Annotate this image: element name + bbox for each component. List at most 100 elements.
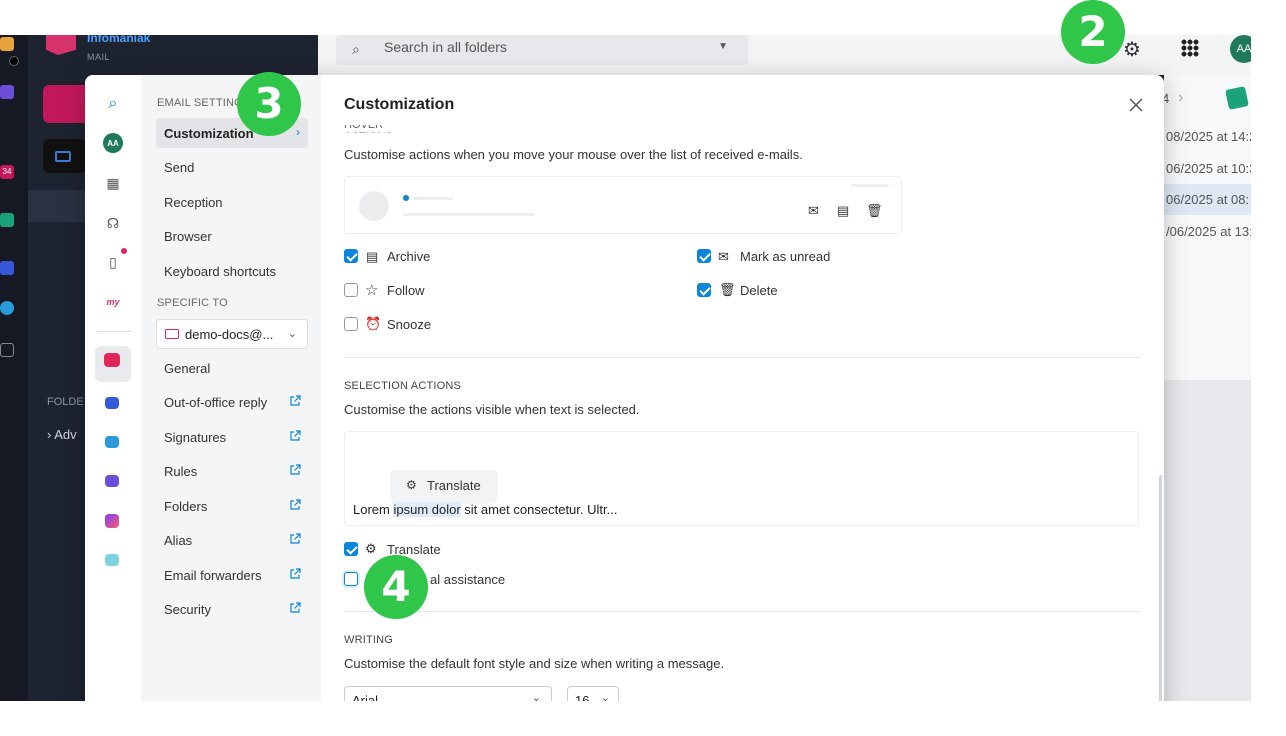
snooze-checkbox[interactable] <box>344 317 358 331</box>
divider <box>344 611 1139 612</box>
app-background: 34 Infomaniak MAIL FOLDE › Adv ⌕ Search … <box>0 35 1251 701</box>
translate-popup: ⚙ Translate <box>391 470 497 502</box>
unread-dot <box>403 195 409 201</box>
headset-icon[interactable]: ☊ <box>102 212 124 234</box>
account-selector[interactable]: demo-docs@... ⌄ <box>156 319 308 349</box>
mail-unread-icon: ✉ <box>718 249 729 264</box>
app-icon[interactable] <box>0 261 14 275</box>
nav-item-browser[interactable]: Browser <box>156 221 308 251</box>
tag-icon[interactable] <box>1225 86 1249 110</box>
list-item[interactable]: 06/2025 at 10:3 <box>1164 153 1251 184</box>
step-badge-2: 2 <box>1061 0 1125 64</box>
chevron-down-icon[interactable]: ▼ <box>718 41 728 52</box>
trash-icon: 🗑 <box>719 282 736 297</box>
nav-item-label: Reception <box>164 195 223 210</box>
app-icon[interactable] <box>0 213 14 227</box>
app-switch-chevron-icon[interactable] <box>9 56 19 66</box>
document-icon[interactable]: ▯ <box>102 248 127 273</box>
selection-actions-heading: SELECTION ACTIONS <box>344 380 462 392</box>
nav-item-rules[interactable]: Rules <box>156 456 308 486</box>
nav-item-reception[interactable]: Reception <box>156 187 308 217</box>
swisstransfer-app-icon[interactable] <box>105 554 119 566</box>
list-item[interactable]: 06/2025 at 08: <box>1164 184 1251 215</box>
delete-label: Delete <box>740 283 778 298</box>
gear-icon[interactable]: ⚙ <box>1123 37 1141 62</box>
placeholder-line <box>413 197 453 200</box>
nav-item-label: Browser <box>164 229 212 244</box>
add-app-icon[interactable] <box>0 343 14 357</box>
writing-heading: WRITING <box>344 634 394 646</box>
building-icon[interactable]: ▦ <box>102 172 124 194</box>
nav-item-email-forwarders[interactable]: Email forwarders <box>156 560 308 590</box>
sample-text-end: sit amet consectetur. Ultr... <box>460 502 618 517</box>
nav-item-security[interactable]: Security <box>156 594 308 624</box>
search-icon[interactable]: ⌕ <box>102 93 124 115</box>
external-link-icon <box>290 568 301 579</box>
app-icon[interactable] <box>0 301 14 315</box>
nav-item-general[interactable]: General <box>156 353 308 383</box>
chevron-down-icon: ⌄ <box>531 692 541 701</box>
nav-item-folders[interactable]: Folders <box>156 491 308 521</box>
kchat-app-icon[interactable] <box>105 514 119 528</box>
translate-icon: ⚙ <box>406 478 417 492</box>
nav-item-label: Out-of-office reply <box>164 395 268 410</box>
settings-icon-column: ⌕ AA ▦ ☊ ▯ my <box>85 75 143 701</box>
hover-actions-heading: HOVER ACTIONS <box>344 125 393 133</box>
list-item[interactable]: 08/2025 at 14:2 <box>1164 121 1251 152</box>
translate-checkbox[interactable] <box>344 542 358 556</box>
font-size-select[interactable]: 16 ⌄ <box>567 686 619 701</box>
ai-assistance-checkbox[interactable] <box>344 572 358 586</box>
avatar-placeholder <box>359 191 389 221</box>
settings-content: Customization HOVER ACTIONS Customise ac… <box>321 75 1164 701</box>
contacts-app-icon[interactable] <box>105 436 119 448</box>
nav-item-out-of-office[interactable]: Out-of-office reply <box>156 387 308 417</box>
translate-icon: ⚙ <box>365 541 377 556</box>
mark-as-unread-checkbox[interactable] <box>697 249 711 263</box>
font-size-value: 16 <box>575 693 590 701</box>
font-select-value: Arial <box>352 693 379 701</box>
list-item[interactable]: /06/2025 at 13: <box>1164 216 1251 247</box>
divider <box>97 331 131 332</box>
nav-item-label: Email forwarders <box>164 568 262 583</box>
search-icon: ⌕ <box>352 41 360 57</box>
archive-checkbox[interactable] <box>344 249 358 263</box>
inbox-button[interactable] <box>43 139 87 173</box>
hover-actions-description: Customise actions when you move your mou… <box>344 147 803 162</box>
chevron-right-icon[interactable]: › <box>1178 89 1183 107</box>
app-switcher-rail: 34 <box>0 35 28 701</box>
nav-item-alias[interactable]: Alias <box>156 525 308 555</box>
kmail-app-icon[interactable] <box>0 37 14 51</box>
nav-item-label: Send <box>164 160 195 175</box>
avatar[interactable]: AA <box>103 133 123 153</box>
drive-app-icon[interactable] <box>105 475 119 487</box>
message-list: 08/2025 at 14:2 06/2025 at 10:3 06/2025 … <box>1164 75 1251 701</box>
search-placeholder: Search in all folders <box>384 39 507 55</box>
close-icon[interactable] <box>1125 94 1147 116</box>
font-select[interactable]: Arial ⌄ <box>344 686 552 701</box>
step-badge-4: 4 <box>364 555 428 619</box>
snooze-label: Snooze <box>387 317 432 332</box>
external-link-icon <box>290 533 301 544</box>
app-icon[interactable] <box>0 85 14 99</box>
avatar[interactable]: AA <box>1230 35 1251 63</box>
chevron-down-icon: ⌄ <box>287 328 297 340</box>
nav-item-signatures[interactable]: Signatures <box>156 422 308 452</box>
calendar-app-icon[interactable] <box>105 397 119 409</box>
my-infomaniak-icon[interactable]: my <box>102 291 124 313</box>
mail-app-icon[interactable] <box>104 353 120 367</box>
star-icon: ☆ <box>365 282 379 299</box>
follow-checkbox[interactable] <box>344 283 358 297</box>
account-email: demo-docs@... <box>185 327 274 342</box>
follow-label: Follow <box>387 283 425 298</box>
nav-item-keyboard-shortcuts[interactable]: Keyboard shortcuts <box>156 256 308 286</box>
translate-popup-label: Translate <box>427 478 481 493</box>
apps-grid-icon[interactable] <box>1181 39 1199 57</box>
nav-item-send[interactable]: Send <box>156 152 308 182</box>
scrollbar[interactable] <box>1159 475 1162 701</box>
sidebar-item-advanced[interactable]: › Adv <box>47 427 77 442</box>
nav-item-label: Folders <box>164 499 208 514</box>
delete-checkbox[interactable] <box>697 283 711 297</box>
search-bar[interactable]: ⌕ Search in all folders ▼ <box>336 35 748 65</box>
nav-item-label: Customization <box>164 126 254 141</box>
selection-preview: ⚙ Translate Lorem ipsum dolor sit amet c… <box>344 431 1139 526</box>
